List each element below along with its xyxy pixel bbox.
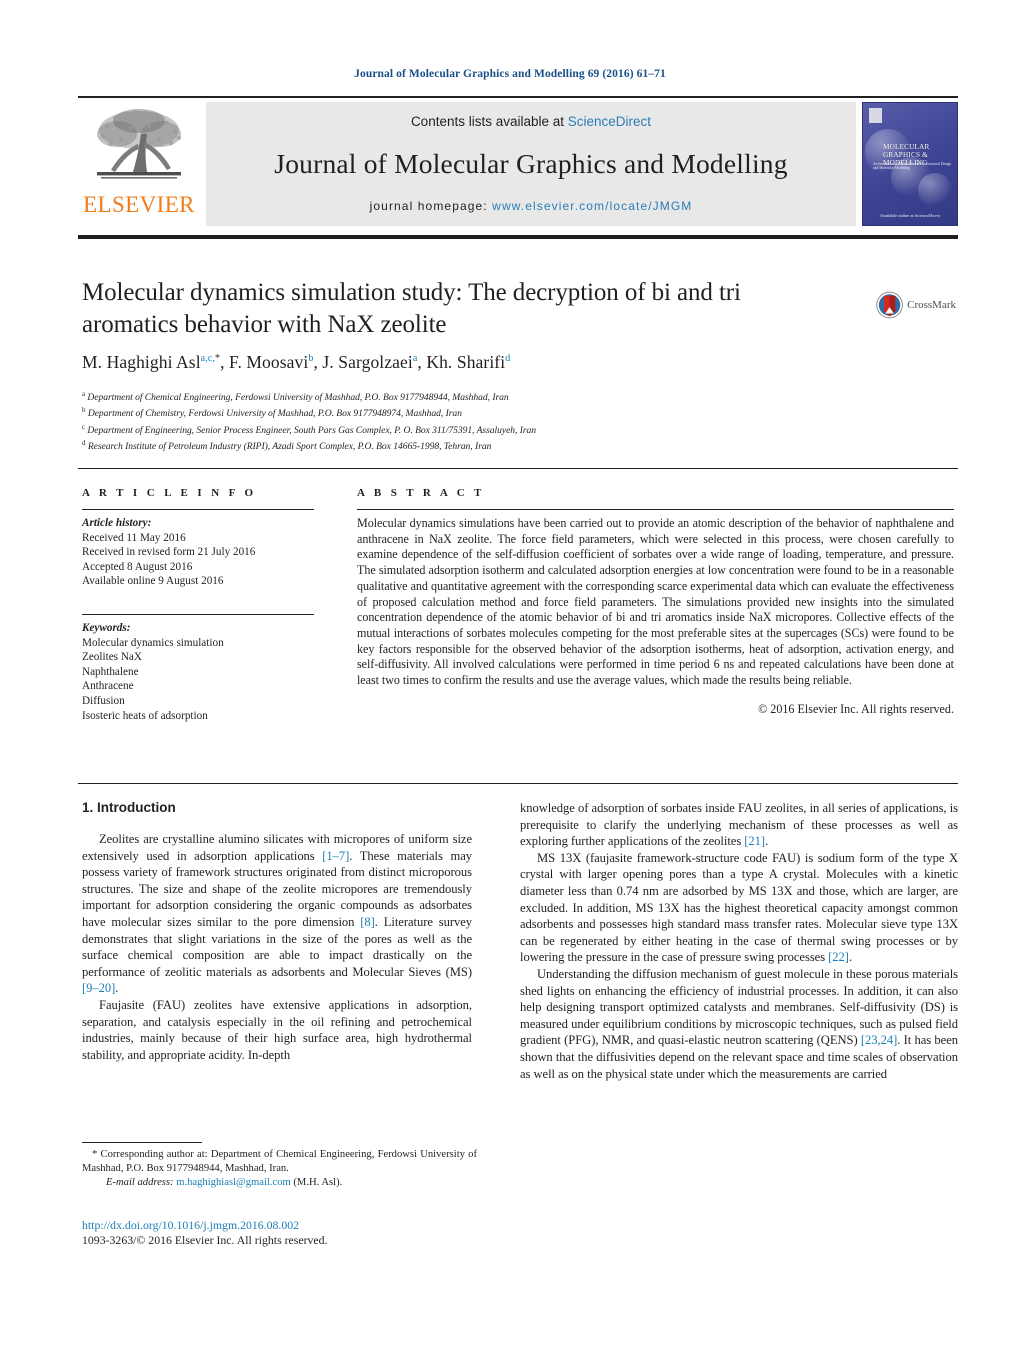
affiliation-text: Department of Engineering, Senior Proces…	[87, 424, 537, 436]
citation-link[interactable]: [8]	[360, 915, 375, 929]
email-link[interactable]: m.haghighiasl@gmail.com	[176, 1177, 291, 1188]
contents-prefix: Contents lists available at	[410, 114, 568, 129]
article-history-item: Available online 9 August 2016	[82, 575, 224, 588]
corresponding-author-text: * Corresponding author at: Department of…	[82, 1149, 477, 1174]
cover-subtitle: An International Journal Devoted to Stru…	[873, 162, 952, 171]
keyword-item: Diffusion	[82, 694, 125, 707]
affiliation-mark: d	[82, 438, 86, 447]
author-list: M. Haghighi Asla,c,*, F. Moosavib, J. Sa…	[82, 352, 511, 372]
author-name: M. Haghighi Asl	[82, 352, 201, 372]
affiliation-item: b Department of Chemistry, Ferdowsi Univ…	[82, 404, 882, 420]
keyword-item: Anthracene	[82, 680, 134, 693]
paragraph: MS 13X (faujasite framework-structure co…	[520, 850, 958, 965]
keywords-rule	[82, 613, 314, 615]
paragraph: Understanding the diffusion mechanism of…	[520, 966, 958, 1081]
sciencedirect-link[interactable]: ScienceDirect	[568, 114, 651, 129]
abstract-rule	[357, 509, 954, 510]
doi-block: http://dx.doi.org/10.1016/j.jmgm.2016.08…	[82, 1218, 512, 1248]
affiliation-item: c Department of Engineering, Senior Proc…	[82, 421, 882, 437]
title-line-2: aromatics behavior with NaX zeolite	[82, 311, 447, 338]
keywords-block: Keywords: Molecular dynamics simulation …	[82, 613, 314, 723]
keyword-item: Isosteric heats of adsorption	[82, 709, 208, 722]
crossmark-label: CrossMark	[907, 299, 956, 311]
homepage-prefix: journal homepage:	[369, 199, 493, 213]
citation-link[interactable]: [1–7]	[322, 849, 349, 863]
article-info-section: A R T I C L E I N F O Article history: R…	[82, 487, 314, 723]
corresponding-author-footnote: * Corresponding author at: Department of…	[82, 1142, 477, 1190]
paragraph: knowledge of adsorption of sorbates insi…	[520, 801, 958, 849]
article-history-item: Received in revised form 21 July 2016	[82, 546, 256, 559]
keyword-item: Molecular dynamics simulation	[82, 636, 224, 649]
copyright-line: © 2016 Elsevier Inc. All rights reserved…	[758, 701, 954, 716]
page-title: Molecular dynamics simulation study: The…	[82, 277, 862, 341]
citation-link[interactable]: [21]	[744, 834, 765, 848]
article-history-item: Accepted 8 August 2016	[82, 560, 193, 573]
journal-band: Contents lists available at ScienceDirec…	[206, 102, 856, 226]
title-block: Molecular dynamics simulation study: The…	[82, 277, 862, 341]
info-bottom-rule	[78, 783, 958, 784]
author-name: Kh. Sharifi	[426, 352, 506, 372]
keywords-label: Keywords:	[82, 621, 131, 634]
abstract-text: Molecular dynamics simulations have been…	[357, 516, 954, 688]
abstract-section: A B S T R A C T Molecular dynamics simul…	[357, 487, 954, 717]
email-owner: (M.H. Asl).	[293, 1177, 343, 1188]
contents-line: Contents lists available at ScienceDirec…	[411, 114, 651, 129]
footnote-rule	[82, 1142, 202, 1143]
article-info-heading: A R T I C L E I N F O	[82, 487, 257, 499]
abstract-heading: A B S T R A C T	[357, 487, 485, 499]
paper-page: Journal of Molecular Graphics and Modell…	[0, 0, 1020, 1351]
keyword-item: Zeolites NaX	[82, 651, 142, 664]
author-affiliation-marks: d	[505, 353, 511, 365]
affiliation-list: a Department of Chemical Engineering, Fe…	[82, 388, 882, 453]
affiliation-mark: a	[82, 390, 86, 398]
affiliation-mark: c	[82, 422, 86, 431]
title-line-1: Molecular dynamics simulation study: The…	[82, 279, 741, 306]
elsevier-tree-icon	[97, 109, 181, 179]
issn-copyright-line: 1093-3263/© 2016 Elsevier Inc. All right…	[82, 1233, 328, 1247]
section-heading-introduction: 1. Introduction	[82, 800, 176, 815]
running-head: Journal of Molecular Graphics and Modell…	[354, 68, 666, 80]
affiliation-mark: b	[82, 406, 86, 415]
affiliation-text: Department of Chemical Engineering, Ferd…	[87, 392, 509, 404]
email-line: E-mail address: m.haghighiasl@gmail.com …	[82, 1176, 477, 1190]
doi-link[interactable]: http://dx.doi.org/10.1016/j.jmgm.2016.08…	[82, 1218, 512, 1233]
cover-elsevier-mark	[869, 108, 882, 123]
citation-link[interactable]: [23,24]	[861, 1033, 897, 1047]
journal-cover-thumbnail[interactable]: MOLECULAR GRAPHICS & MODELLING An Intern…	[862, 102, 958, 226]
affiliation-item: d Research Institute of Petroleum Indust…	[82, 437, 882, 453]
affiliation-item: a Department of Chemical Engineering, Fe…	[82, 388, 882, 404]
citation-link[interactable]: [9–20]	[82, 981, 115, 995]
affiliation-text: Research Institute of Petroleum Industry…	[87, 441, 492, 453]
cover-footer: Available online at ScienceDirect	[879, 213, 941, 218]
info-top-rule	[78, 468, 958, 469]
elsevier-wordmark: ELSEVIER	[83, 192, 195, 217]
author-affiliation-marks: a,c,*	[200, 353, 221, 365]
author-affiliation-marks: b	[308, 353, 314, 365]
article-info-rule	[82, 509, 314, 510]
journal-title: Journal of Molecular Graphics and Modell…	[274, 148, 788, 179]
cover-sphere-decoration	[918, 173, 952, 207]
keyword-item: Naphthalene	[82, 665, 139, 678]
masthead-bottom-rule	[78, 235, 958, 239]
author-affiliation-marks: a	[412, 353, 418, 365]
author-name: F. Moosavi	[229, 352, 309, 372]
crossmark-icon	[876, 291, 903, 319]
body-column-left: 1. Introduction Zeolites are crystalline…	[82, 800, 472, 1063]
article-history-label: Article history:	[82, 517, 152, 529]
article-history-item: Received 11 May 2016	[82, 531, 186, 544]
journal-homepage-line: journal homepage: www.elsevier.com/locat…	[370, 199, 693, 213]
homepage-url-link[interactable]: www.elsevier.com/locate/JMGM	[492, 199, 692, 213]
elsevier-logo: ELSEVIER	[78, 102, 200, 230]
body-column-right: knowledge of adsorption of sorbates insi…	[520, 800, 958, 1082]
journal-masthead: ELSEVIER Contents lists available at Sci…	[78, 96, 958, 230]
citation-link[interactable]: [22]	[828, 950, 849, 964]
email-label: E-mail address:	[106, 1177, 174, 1188]
author-name: J. Sargolzaei	[322, 352, 413, 372]
paragraph: Faujasite (FAU) zeolites have extensive …	[82, 997, 472, 1062]
affiliation-text: Department of Chemistry, Ferdowsi Univer…	[87, 408, 462, 420]
paragraph: Zeolites are crystalline alumino silicat…	[82, 832, 473, 996]
crossmark-badge[interactable]: CrossMark	[876, 283, 956, 327]
